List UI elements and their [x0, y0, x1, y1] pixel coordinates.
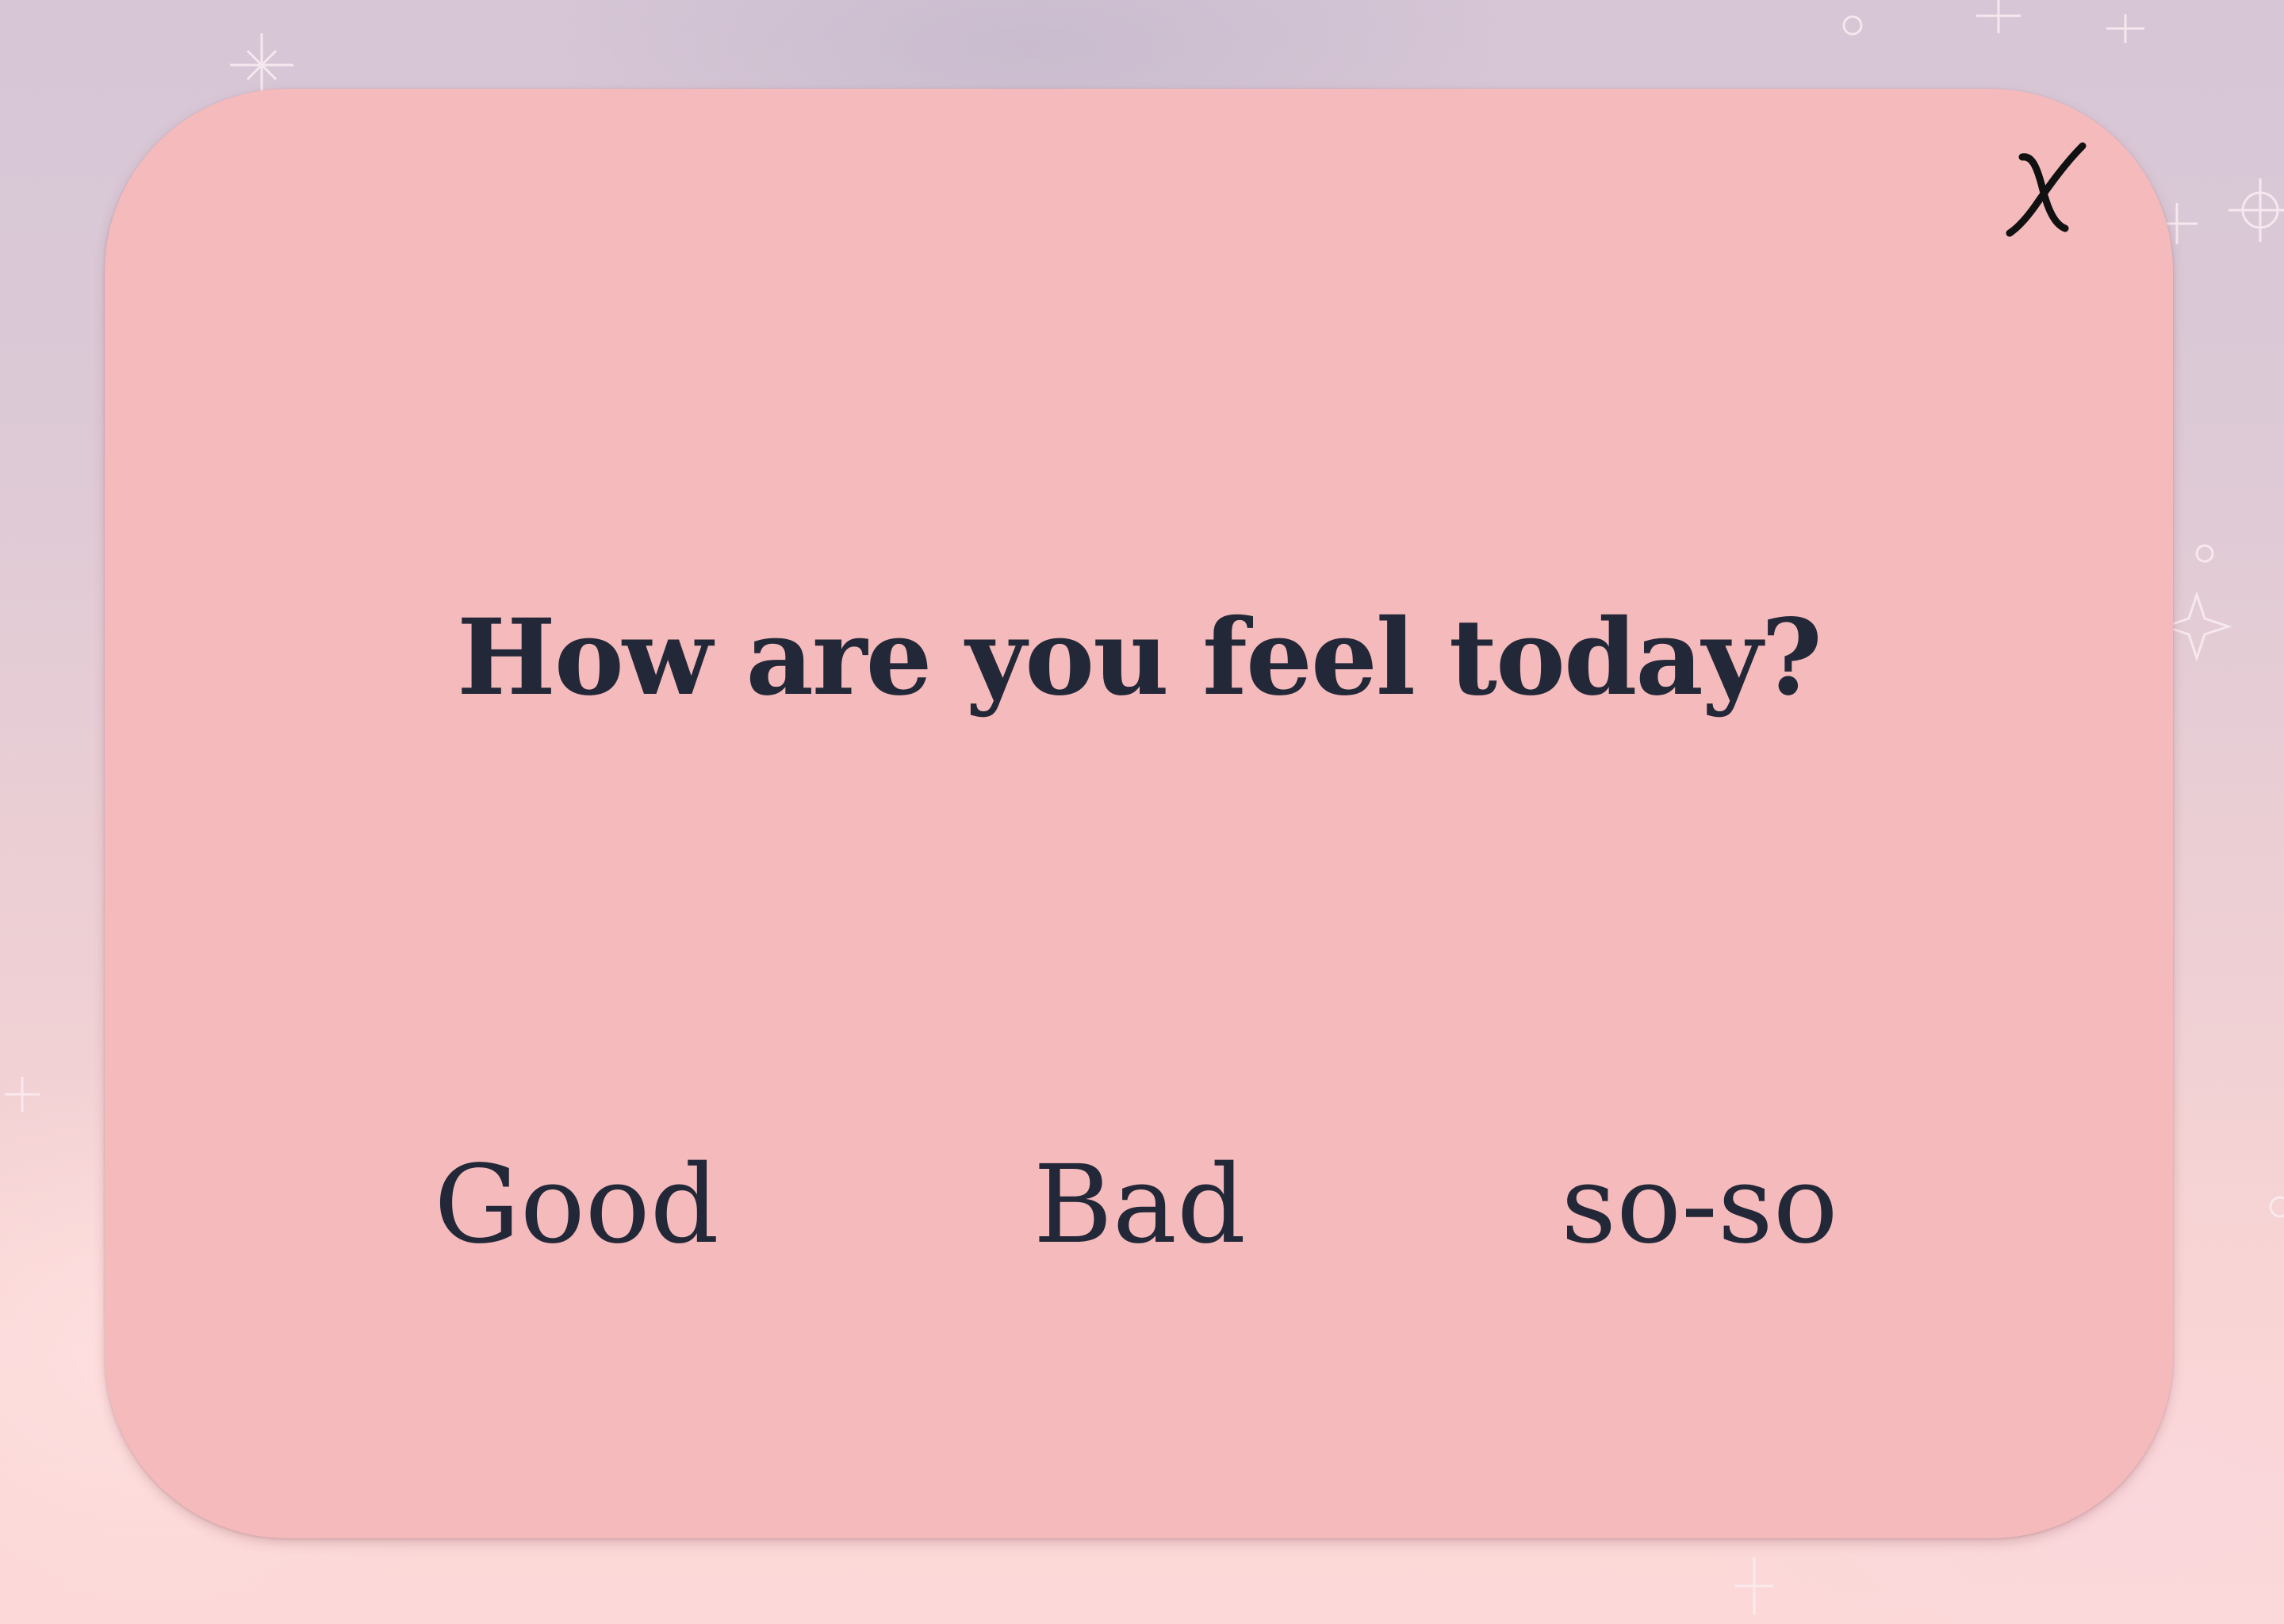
mood-options: Good Bad so-so: [105, 1151, 2173, 1278]
ring-icon: [2269, 1196, 2284, 1218]
option-so-so-button[interactable]: so-so: [1561, 1151, 1838, 1259]
option-bad-button[interactable]: Bad: [1033, 1151, 1246, 1259]
ring-icon: [1842, 15, 1863, 36]
close-icon: [2006, 142, 2087, 237]
option-good-button[interactable]: Good: [434, 1151, 719, 1259]
sparkle-icon: [2228, 178, 2284, 242]
mood-dialog: How are you feel today? Good Bad so-so: [105, 89, 2173, 1538]
dialog-question: How are you feel today?: [457, 596, 1822, 719]
ring-icon: [2195, 544, 2214, 563]
sparkle-icon: [5, 1077, 40, 1112]
sparkle-icon: [1735, 1557, 1773, 1614]
sparkle-icon: [2106, 14, 2144, 43]
sparkle-icon: [2161, 591, 2232, 662]
close-button[interactable]: [1992, 135, 2103, 246]
sparkle-icon: [1976, 0, 2021, 33]
sparkle-icon: [230, 33, 293, 97]
